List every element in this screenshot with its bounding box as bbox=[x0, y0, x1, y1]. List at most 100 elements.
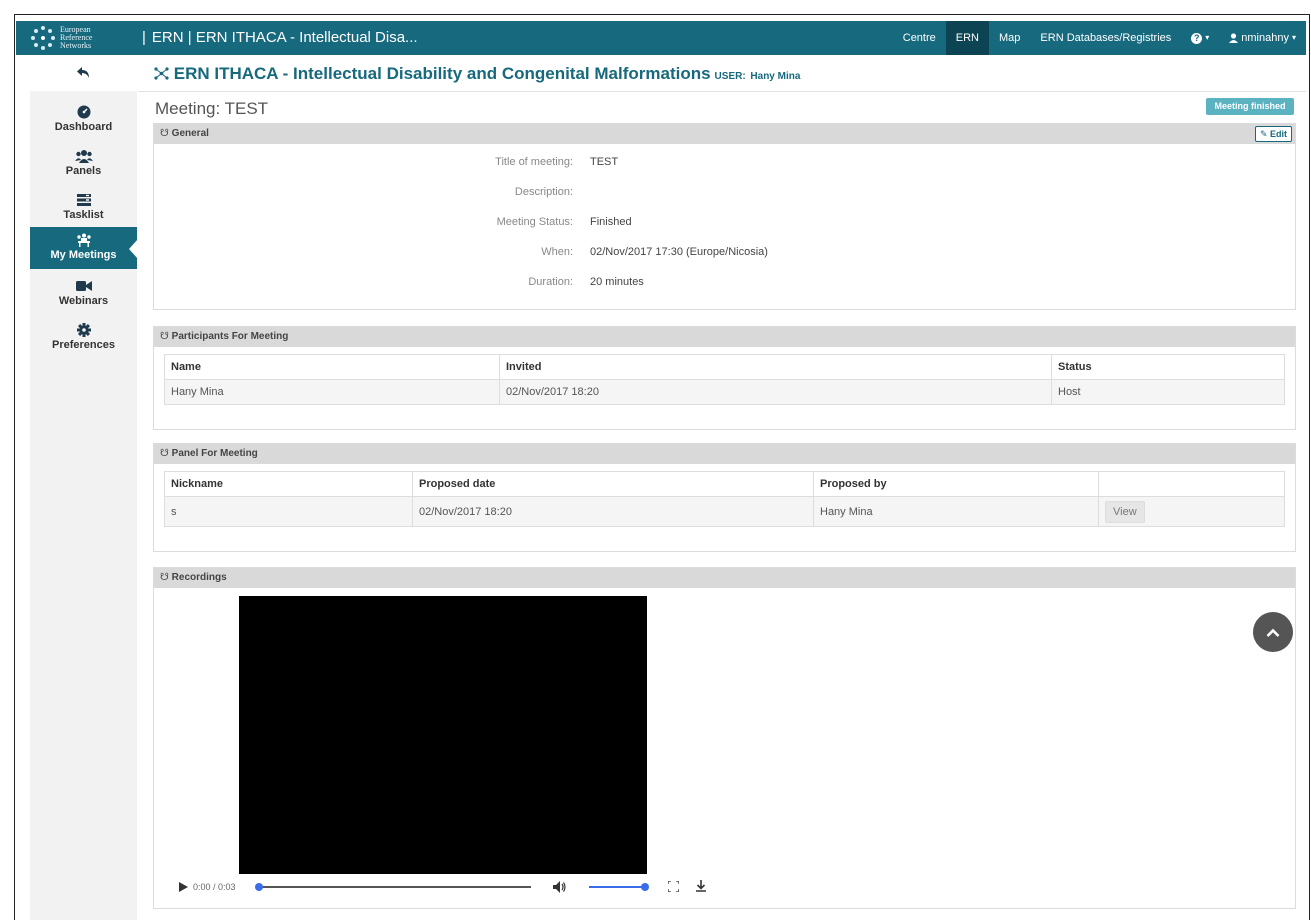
help-icon: ? bbox=[1191, 32, 1203, 44]
caret-down-icon: ▾ bbox=[1291, 33, 1296, 42]
fullscreen-icon[interactable] bbox=[668, 881, 679, 892]
table-row: Hany Mina 02/Nov/2017 18:20 Host bbox=[164, 379, 1285, 405]
general-heading: General bbox=[171, 128, 209, 139]
table-cell: 02/Nov/2017 18:20 bbox=[412, 496, 814, 527]
column-header: Proposed by bbox=[813, 471, 1099, 497]
edit-button[interactable]: ✎ Edit bbox=[1254, 126, 1292, 142]
recordings-panel: ☋ Recordings 0:00 / 0:03 bbox=[153, 567, 1296, 909]
logo-line-3: Networks bbox=[60, 41, 92, 50]
chevron-up-icon bbox=[1266, 628, 1280, 638]
volume-slider[interactable] bbox=[589, 883, 649, 891]
nav-ern[interactable]: ERN bbox=[945, 21, 990, 55]
page-title-text: ERN ITHACA - Intellectual Disability and… bbox=[173, 64, 711, 83]
sidebar-item-webinars[interactable]: Webinars bbox=[30, 273, 137, 317]
progress-knob bbox=[255, 883, 263, 891]
help-menu[interactable]: ? ▾ bbox=[1181, 21, 1219, 55]
sidebar: Dashboard Panels Tasklist My Meetings We… bbox=[30, 55, 138, 920]
progress-slider[interactable] bbox=[255, 883, 531, 891]
panel-table: Nickname Proposed date Proposed by s 02/… bbox=[164, 471, 1285, 527]
ern-logo[interactable]: European Reference Networks bbox=[30, 24, 142, 52]
field-description: Description: bbox=[154, 186, 1295, 200]
panel-heading: ☋ General bbox=[154, 124, 1295, 144]
status-badge: Meeting finished bbox=[1206, 98, 1294, 115]
video-camera-icon bbox=[75, 281, 92, 291]
dashboard-icon bbox=[77, 105, 90, 119]
table-header-row: Name Invited Status bbox=[164, 354, 1285, 380]
sidebar-item-tasklist[interactable]: Tasklist bbox=[30, 187, 137, 231]
nav-map[interactable]: Map bbox=[989, 21, 1030, 55]
meeting-title: Meeting: TEST bbox=[155, 99, 269, 118]
sidebar-item-dashboard[interactable]: Dashboard bbox=[30, 99, 137, 143]
scroll-to-top-button[interactable] bbox=[1253, 612, 1293, 652]
users-icon bbox=[74, 150, 93, 163]
user-menu[interactable]: nminahny ▾ bbox=[1219, 21, 1306, 55]
sidebar-item-label: Dashboard bbox=[54, 121, 113, 133]
section-icon: ☋ bbox=[160, 572, 169, 583]
recordings-heading: Recordings bbox=[171, 572, 227, 583]
user-prefix: USER: bbox=[714, 71, 746, 82]
general-panel: ☋ General ✎ Edit Title of meeting: TEST … bbox=[153, 123, 1296, 310]
page-header: ERN ITHACA - Intellectual Disability and… bbox=[138, 55, 1306, 92]
ern-logo-icon bbox=[30, 25, 56, 51]
column-header: Invited bbox=[499, 354, 1052, 380]
panel-for-meeting: ☋ Panel For Meeting Nickname Proposed da… bbox=[153, 443, 1296, 552]
panel-heading: ☋ Panel For Meeting bbox=[154, 444, 1295, 464]
column-header: Status bbox=[1051, 354, 1285, 380]
table-cell: 02/Nov/2017 18:20 bbox=[499, 379, 1052, 405]
volume-icon[interactable] bbox=[553, 881, 567, 893]
field-label: Title of meeting: bbox=[495, 156, 573, 168]
table-row: s 02/Nov/2017 18:20 Hany Mina View bbox=[164, 496, 1285, 527]
participants-table: Name Invited Status Hany Mina 02/Nov/201… bbox=[164, 354, 1285, 405]
field-value: 02/Nov/2017 17:30 (Europe/Nicosia) bbox=[590, 246, 768, 258]
section-icon: ☋ bbox=[160, 448, 169, 459]
field-when: When: 02/Nov/2017 17:30 (Europe/Nicosia) bbox=[154, 246, 1295, 260]
user-name: Hany Mina bbox=[750, 71, 801, 82]
brand-title-text: ERN | ERN ITHACA - Intellectual Disa... bbox=[151, 29, 418, 46]
arrow-back-icon bbox=[76, 67, 89, 78]
sidebar-item-label: Tasklist bbox=[63, 209, 104, 221]
volume-knob bbox=[641, 883, 649, 891]
sidebar-item-my-meetings[interactable]: My Meetings bbox=[30, 227, 138, 269]
edit-label: Edit bbox=[1270, 129, 1287, 139]
brand-title[interactable]: | ERN | ERN ITHACA - Intellectual Disa... bbox=[142, 21, 418, 55]
table-cell: Host bbox=[1051, 379, 1285, 405]
video-time: 0:00 / 0:03 bbox=[193, 882, 236, 892]
nav-ern-databases[interactable]: ERN Databases/Registries bbox=[1030, 21, 1181, 55]
table-cell: Hany Mina bbox=[813, 496, 1099, 527]
section-icon: ☋ bbox=[160, 128, 169, 139]
sidebar-item-label: Webinars bbox=[58, 295, 109, 307]
participants-heading: Participants For Meeting bbox=[171, 331, 289, 342]
sidebar-item-preferences[interactable]: Preferences bbox=[30, 317, 137, 361]
table-cell: s bbox=[164, 496, 413, 527]
table-cell: Hany Mina bbox=[164, 379, 500, 405]
field-label: Description: bbox=[514, 186, 573, 198]
field-value: 20 minutes bbox=[590, 276, 644, 288]
play-icon[interactable] bbox=[179, 882, 188, 892]
back-button[interactable] bbox=[30, 55, 137, 91]
meeting-icon bbox=[76, 233, 91, 247]
list-icon bbox=[76, 194, 91, 206]
nav-centre[interactable]: Centre bbox=[893, 21, 946, 55]
sidebar-item-panels[interactable]: Panels bbox=[30, 143, 137, 187]
field-duration: Duration: 20 minutes bbox=[154, 276, 1295, 290]
column-header: Name bbox=[164, 354, 500, 380]
field-label: Duration: bbox=[528, 276, 573, 288]
caret-down-icon: ▾ bbox=[1205, 33, 1210, 42]
field-value: TEST bbox=[590, 156, 619, 168]
participants-panel: ☋ Participants For Meeting Name Invited … bbox=[153, 326, 1296, 430]
field-status: Meeting Status: Finished bbox=[154, 216, 1295, 230]
brand-separator: | bbox=[142, 29, 146, 46]
user-menu-label: nminahny bbox=[1241, 32, 1289, 44]
field-value: Finished bbox=[590, 216, 632, 228]
video-player[interactable] bbox=[239, 596, 647, 874]
gear-icon bbox=[76, 323, 91, 337]
top-navbar: European Reference Networks | ERN | ERN I… bbox=[16, 21, 1306, 55]
table-header-row: Nickname Proposed date Proposed by bbox=[164, 471, 1285, 497]
view-button[interactable]: View bbox=[1105, 500, 1145, 523]
download-icon[interactable] bbox=[696, 880, 706, 892]
user-icon bbox=[1229, 33, 1239, 43]
column-header bbox=[1098, 471, 1285, 497]
top-nav-links: Centre ERN Map ERN Databases/Registries … bbox=[893, 21, 1306, 55]
network-icon bbox=[154, 67, 169, 80]
field-title: Title of meeting: TEST bbox=[154, 156, 1295, 170]
